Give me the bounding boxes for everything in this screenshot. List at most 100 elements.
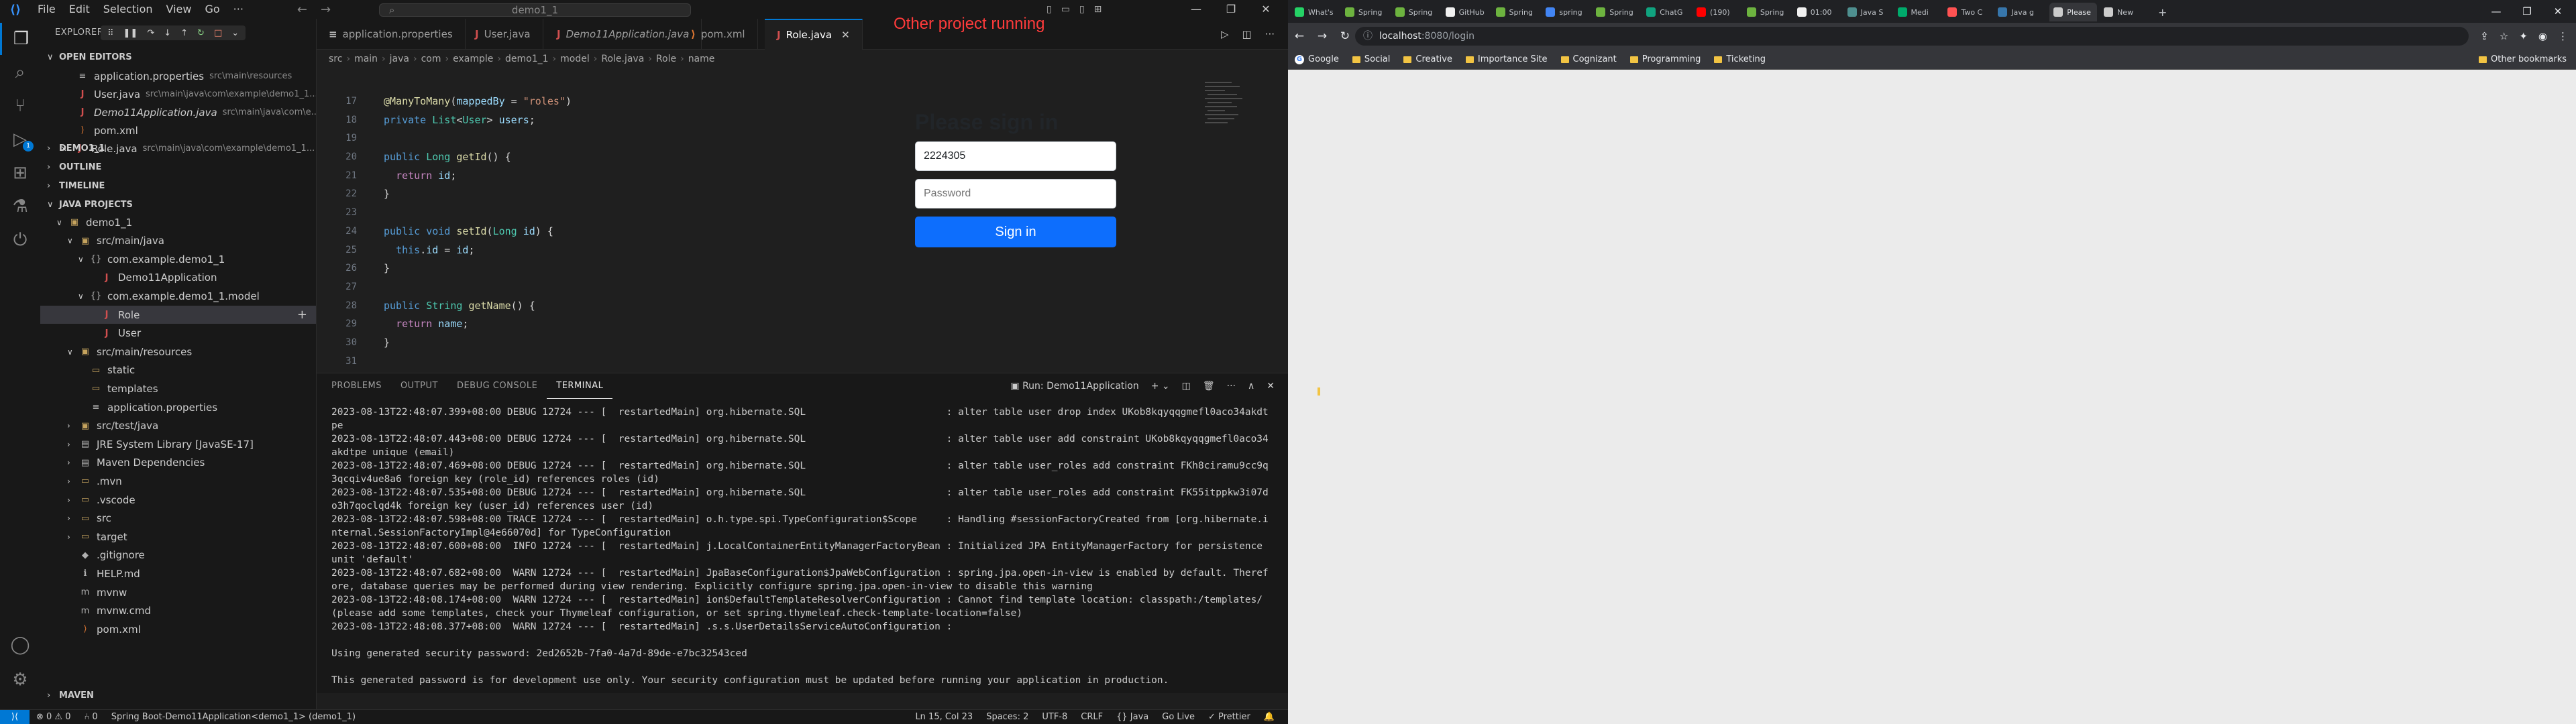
more-actions-icon[interactable]: ···	[1265, 28, 1275, 40]
language-mode[interactable]: {} Java	[1110, 712, 1155, 722]
browser-tab[interactable]: (190)	[1693, 3, 1740, 21]
run-icon[interactable]: ▷	[1221, 28, 1229, 40]
outline-section[interactable]: › OUTLINE	[40, 158, 316, 176]
account-icon[interactable]: ◯	[0, 629, 40, 661]
step-into-icon[interactable]: ↓	[164, 28, 171, 38]
browser-tab[interactable]: GitHub	[1442, 3, 1489, 21]
explorer-icon[interactable]: ❐	[0, 23, 40, 55]
tree-item[interactable]: ▭ templates	[40, 379, 316, 398]
forward-arrow-icon[interactable]: →	[314, 3, 337, 17]
bookmark-item[interactable]: Programming	[1623, 54, 1708, 64]
stop-icon[interactable]: □	[214, 28, 222, 38]
run-debug-icon[interactable]: ▷ 1	[0, 123, 40, 156]
back-arrow-icon[interactable]: ←	[1288, 29, 1311, 43]
reload-icon[interactable]: ↻	[1334, 29, 1356, 43]
maximize-icon[interactable]: ❐	[1216, 0, 1246, 19]
chrome-maximize-icon[interactable]: ❐	[2512, 0, 2542, 23]
browser-tab[interactable]: New	[2100, 3, 2147, 21]
forward-arrow-icon[interactable]: →	[1311, 29, 1334, 43]
menu-more[interactable]: ···	[227, 0, 250, 19]
bookmark-item[interactable]: Creative	[1397, 54, 1459, 64]
open-editor-item[interactable]: J Demo11Application.java src\main\java\com…	[75, 103, 316, 121]
menu-go[interactable]: Go	[198, 0, 226, 19]
tree-item[interactable]: m mvnw.cmd	[40, 602, 316, 620]
chrome-minimize-icon[interactable]: —	[2481, 0, 2512, 23]
toggle-panel-icon[interactable]: ▭	[1061, 4, 1070, 15]
tree-item[interactable]: › ▭ src	[40, 509, 316, 528]
source-control-icon[interactable]: ⑂	[0, 90, 40, 122]
java-projects-section[interactable]: ∨ JAVA PROJECTS	[40, 196, 316, 213]
settings-gear-icon[interactable]: ⚙	[0, 664, 40, 696]
notifications-bell-icon[interactable]: 🔔	[1257, 712, 1281, 722]
problems-status[interactable]: ⊗ 0 ⚠ 0	[30, 712, 78, 722]
maximize-panel-icon[interactable]: ∧	[1248, 381, 1254, 391]
breadcrumb-item[interactable]: com	[421, 54, 441, 64]
tree-item[interactable]: ⟩ pom.xml	[40, 620, 316, 638]
bookmark-item[interactable]: Social	[1346, 54, 1397, 64]
more-actions-icon[interactable]: ···	[1227, 381, 1236, 391]
eol-status[interactable]: CRLF	[1074, 712, 1110, 722]
menu-kebab-icon[interactable]: ⋮	[2558, 30, 2568, 42]
tree-item[interactable]: › ▤ JRE System Library [JavaSE-17]	[40, 435, 316, 453]
browser-tab[interactable]: Spring	[1391, 3, 1439, 21]
tree-item[interactable]: ∨ ▣ src/main/resources	[40, 343, 316, 361]
breadcrumb-item[interactable]: Role	[656, 54, 676, 64]
breadcrumb-item[interactable]: java	[390, 54, 409, 64]
browser-tab[interactable]: Spring	[1592, 3, 1640, 21]
password-input[interactable]	[915, 179, 1116, 208]
extensions-icon[interactable]: ⊞	[0, 157, 40, 189]
breadcrumb-item[interactable]: main	[354, 54, 378, 64]
indentation-status[interactable]: Spaces: 2	[979, 712, 1035, 722]
browser-tab[interactable]: Java S	[1843, 3, 1891, 21]
menu-view[interactable]: View	[160, 0, 199, 19]
ports-status[interactable]: ⑃ 0	[78, 712, 105, 722]
tab-problems[interactable]: PROBLEMS	[322, 373, 391, 399]
tree-item[interactable]: › ▤ Maven Dependencies	[40, 454, 316, 472]
run-terminal-label[interactable]: ▣ Run: Demo11Application	[1010, 381, 1138, 391]
browser-tab[interactable]: Java g	[1994, 3, 2041, 21]
tree-item[interactable]: ℹ HELP.md	[40, 564, 316, 583]
search-icon[interactable]: ⌕	[0, 56, 40, 88]
bookmark-star-icon[interactable]: ☆	[2500, 30, 2508, 42]
browser-tab[interactable]: 01:00	[1793, 3, 1841, 21]
add-icon[interactable]: +	[297, 308, 307, 322]
browser-tab[interactable]: ChatG	[1642, 3, 1690, 21]
browser-tab[interactable]: Please	[2049, 3, 2098, 21]
minimize-icon[interactable]: —	[1181, 0, 1212, 19]
breadcrumb-item[interactable]: name	[688, 54, 715, 64]
browser-tab[interactable]: What's	[1291, 3, 1338, 21]
testing-icon[interactable]: ⚗	[0, 190, 40, 223]
open-editor-item[interactable]: ⟩ pom.xml	[75, 121, 144, 139]
drag-handle-icon[interactable]: ⠿	[107, 28, 114, 38]
browser-tab[interactable]: Spring	[1341, 3, 1389, 21]
remote-icon[interactable]: ⟩⟨	[0, 709, 30, 724]
split-terminal-icon[interactable]: ◫	[1182, 381, 1191, 391]
customize-layout-icon[interactable]: ⊞	[1094, 4, 1102, 15]
tab-terminal[interactable]: TERMINAL	[547, 373, 613, 399]
tree-item[interactable]: J Demo11Application	[40, 269, 316, 287]
bookmark-item[interactable]: Cognizant	[1554, 54, 1623, 64]
terminal-output[interactable]: 2023-08-13T22:48:07.399+08:00 DEBUG 1272…	[331, 406, 1271, 687]
cursor-position[interactable]: Ln 15, Col 23	[908, 712, 979, 722]
kill-terminal-icon[interactable]: 🗑	[1203, 381, 1215, 391]
pause-icon[interactable]: ❚❚	[123, 28, 138, 38]
tree-item[interactable]: ∨ {} com.example.demo1_1	[40, 250, 316, 268]
menu-edit[interactable]: Edit	[62, 0, 97, 19]
tree-item[interactable]: › ▣ src/test/java	[40, 417, 316, 435]
tree-item[interactable]: ▭ static	[40, 361, 316, 379]
browser-tab[interactable]: Two C	[1943, 3, 1991, 21]
tree-item[interactable]: ◆ .gitignore	[40, 546, 316, 564]
open-editor-item[interactable]: ≡ application.properties src\main\resource…	[75, 67, 292, 85]
bookmark-item[interactable]: Importance Site	[1459, 54, 1554, 64]
username-input[interactable]	[915, 141, 1116, 171]
browser-tab[interactable]: spring	[1542, 3, 1589, 21]
address-bar[interactable]: ⓘ localhost:8080/login	[1355, 27, 2469, 46]
encoding-status[interactable]: UTF-8	[1035, 712, 1074, 722]
editor-tab[interactable]: J User.java	[463, 19, 543, 50]
new-terminal-icon[interactable]: + ⌄	[1151, 381, 1170, 391]
editor-tab[interactable]: ≡ application.properties	[317, 19, 466, 50]
toggle-secondary-sidebar-icon[interactable]: ▯	[1079, 4, 1085, 15]
editor-tab[interactable]: ⟩ pom.xml	[679, 19, 758, 50]
tree-item[interactable]: ∨ ▣ src/main/java	[40, 232, 316, 250]
tree-item[interactable]: ∨ ▣ demo1_1	[40, 213, 316, 231]
